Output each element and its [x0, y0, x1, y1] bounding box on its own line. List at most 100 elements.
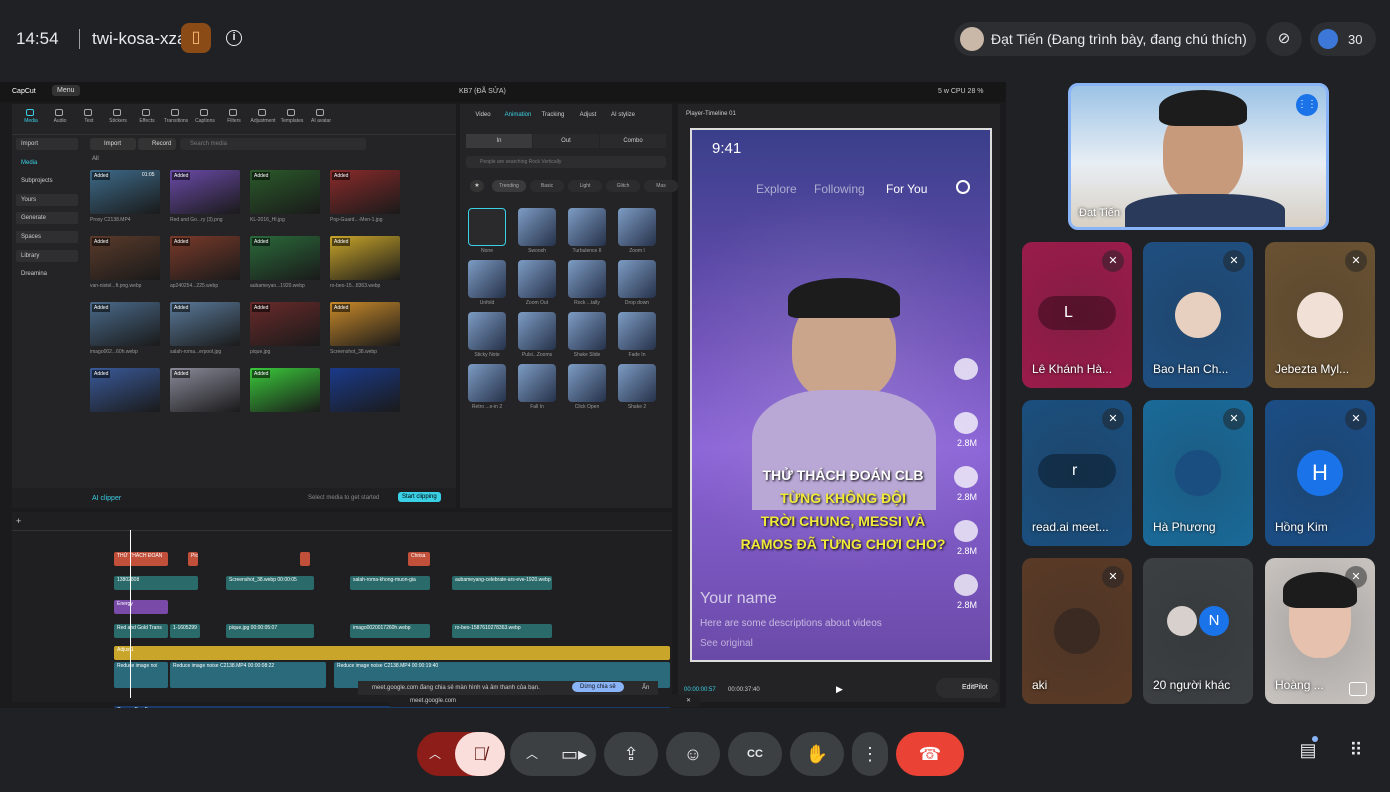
heart-icon[interactable]	[954, 412, 978, 434]
participant-tile[interactable]: ✕ Bao Han Ch...	[1143, 242, 1253, 388]
more-vert-icon[interactable]: ⋮	[852, 732, 888, 776]
animation-filter[interactable]: Glitch	[606, 180, 640, 192]
timeline-clip[interactable]: 13802808	[114, 576, 198, 590]
hang-up-icon[interactable]: ☎	[896, 732, 964, 776]
info-icon[interactable]: i	[226, 30, 242, 46]
participant-tile-speaker[interactable]: Đạt Tiến ⋮⋮	[1068, 83, 1329, 230]
sidebar-item[interactable]: Subprojects	[16, 175, 78, 187]
track-controls[interactable]	[12, 576, 110, 590]
track-controls[interactable]	[12, 646, 110, 660]
sidebar-item[interactable]: Media	[16, 157, 78, 169]
menu-button[interactable]: Menu	[52, 85, 80, 96]
animation-preset[interactable]	[518, 364, 556, 402]
see-original[interactable]: See original	[700, 638, 753, 649]
participant-tile[interactable]: ✕ Hoàng ...	[1265, 558, 1375, 704]
media-tab[interactable]: Effects	[132, 118, 162, 124]
present-screen-icon[interactable]: ⇪	[604, 732, 658, 776]
animation-filter[interactable]: Basic	[530, 180, 564, 192]
share-icon[interactable]	[954, 574, 978, 596]
timeline-clip[interactable]: 1-1605299	[170, 624, 200, 638]
picture-in-picture-icon[interactable]	[1349, 682, 1367, 696]
animation-preset[interactable]	[518, 312, 556, 350]
participant-tile[interactable]: 20 người khác N	[1143, 558, 1253, 704]
animation-preset[interactable]	[468, 312, 506, 350]
animation-preset[interactable]	[618, 364, 656, 402]
animation-search-input[interactable]: People are searching Rock Vertically	[466, 156, 666, 168]
timeline-clip[interactable]: Red and Gold Trans	[114, 624, 168, 638]
camera-icon[interactable]: ▭▸	[552, 732, 596, 776]
timeline-clip[interactable]: Adjust1	[114, 646, 670, 660]
raise-hand-icon[interactable]: ✋	[790, 732, 844, 776]
participant-tile[interactable]: ✕ Hà Phương	[1143, 400, 1253, 546]
media-tab[interactable]: Filters	[219, 118, 249, 124]
animation-subtab[interactable]: In	[466, 134, 532, 148]
media-tab[interactable]: Text	[74, 118, 104, 124]
star-icon[interactable]: ★	[470, 180, 484, 192]
close-icon[interactable]: ✕	[686, 697, 691, 704]
animation-filter[interactable]: Mas	[644, 180, 678, 192]
timeline-clip[interactable]: Chrisa	[408, 552, 430, 566]
media-tab[interactable]: Stickers	[103, 118, 133, 124]
details-tab[interactable]: Tracking	[536, 112, 570, 118]
details-tab[interactable]: Video	[466, 112, 500, 118]
chat-icon[interactable]: ▤	[1296, 740, 1320, 764]
comment-icon[interactable]	[954, 466, 978, 488]
timeline-clip[interactable]: Pic	[188, 552, 198, 566]
add-track-icon[interactable]: +	[16, 516, 21, 526]
timeline-clip[interactable]: aubameyang-celebrate-ars-eve-1920.webp	[452, 576, 552, 590]
animation-filter[interactable]: Trending	[492, 180, 526, 192]
participant-tile[interactable]: ✕ aki	[1022, 558, 1132, 704]
participant-tile[interactable]: ✕ Jebezta Myl...	[1265, 242, 1375, 388]
timeline-clip[interactable]: salah-roma-khong-muon-gia	[350, 576, 430, 590]
phone-tab-for-you[interactable]: For You	[886, 182, 927, 196]
bookmark-icon[interactable]	[954, 520, 978, 542]
media-tab[interactable]: Audio	[45, 118, 75, 124]
animation-subtab[interactable]: Combo	[600, 134, 666, 148]
media-tab[interactable]: Captions	[190, 118, 220, 124]
timeline-clip[interactable]: ro-beo-15876​1027​8363.webp	[452, 624, 552, 638]
track-controls[interactable]	[12, 662, 110, 676]
animation-filter[interactable]: Light	[568, 180, 602, 192]
track-controls[interactable]	[12, 624, 110, 638]
media-tab[interactable]: Media	[16, 118, 46, 124]
animation-subtab[interactable]: Out	[533, 134, 599, 148]
details-tab[interactable]: AI stylize	[606, 112, 640, 118]
avatar[interactable]	[954, 358, 978, 380]
media-search-input[interactable]: Search media	[180, 138, 366, 150]
timeline-clip[interactable]: pique.jpg 00:00:05:07	[226, 624, 314, 638]
animation-preset[interactable]	[518, 260, 556, 298]
animation-preset[interactable]	[618, 208, 656, 246]
mic-off-icon[interactable]: 🎙̸	[455, 732, 505, 776]
media-thumbnail[interactable]	[330, 368, 400, 412]
phone-tab-following[interactable]: Following	[814, 182, 865, 196]
search-icon[interactable]	[956, 180, 970, 194]
timeline-clip[interactable]: Energy	[114, 600, 168, 614]
chevron-up-icon[interactable]: ︿	[514, 732, 550, 776]
timeline-clip[interactable]: Reduce image noise C2138.MP4 00:00:08:22	[170, 662, 326, 688]
details-tab[interactable]: Adjust	[571, 112, 605, 118]
participant-tile[interactable]: ✕ read.ai meet... r	[1022, 400, 1132, 546]
animation-preset[interactable]	[468, 208, 506, 246]
media-tab[interactable]: Transitions	[161, 118, 191, 124]
door-icon[interactable]: ▯	[181, 23, 211, 53]
chevron-up-icon[interactable]: ︿	[417, 732, 453, 776]
animation-preset[interactable]	[518, 208, 556, 246]
sidebar-item[interactable]: Yours	[16, 193, 78, 206]
captions-button[interactable]: CC	[728, 732, 782, 776]
record-button[interactable]: Record	[138, 138, 176, 150]
timeline-clip[interactable]: imago002001726​0h.webp	[350, 624, 430, 638]
hide-button[interactable]: Ẩn	[642, 685, 649, 691]
timeline-clip[interactable]: THỬ THÁCH ĐOÁN	[114, 552, 168, 566]
editpilot-button[interactable]: EditPilot	[936, 678, 998, 698]
import-button[interactable]: Import	[90, 138, 136, 150]
track-controls[interactable]	[12, 600, 110, 614]
media-tab[interactable]: AI avatar	[306, 118, 336, 124]
timeline-clip[interactable]	[300, 552, 310, 566]
participant-tile[interactable]: ✕ Hồng Kim H	[1265, 400, 1375, 546]
start-clipping-button[interactable]: Start clipping	[398, 492, 441, 502]
sidebar-item[interactable]: Generate	[16, 212, 78, 225]
phone-tab-explore[interactable]: Explore	[756, 182, 797, 196]
presenter-chip[interactable]: Đạt Tiến (Đang trình bày, đang chú thích…	[954, 22, 1256, 56]
play-icon[interactable]: ▶	[836, 684, 843, 695]
sidebar-item[interactable]: Spaces	[16, 231, 78, 243]
